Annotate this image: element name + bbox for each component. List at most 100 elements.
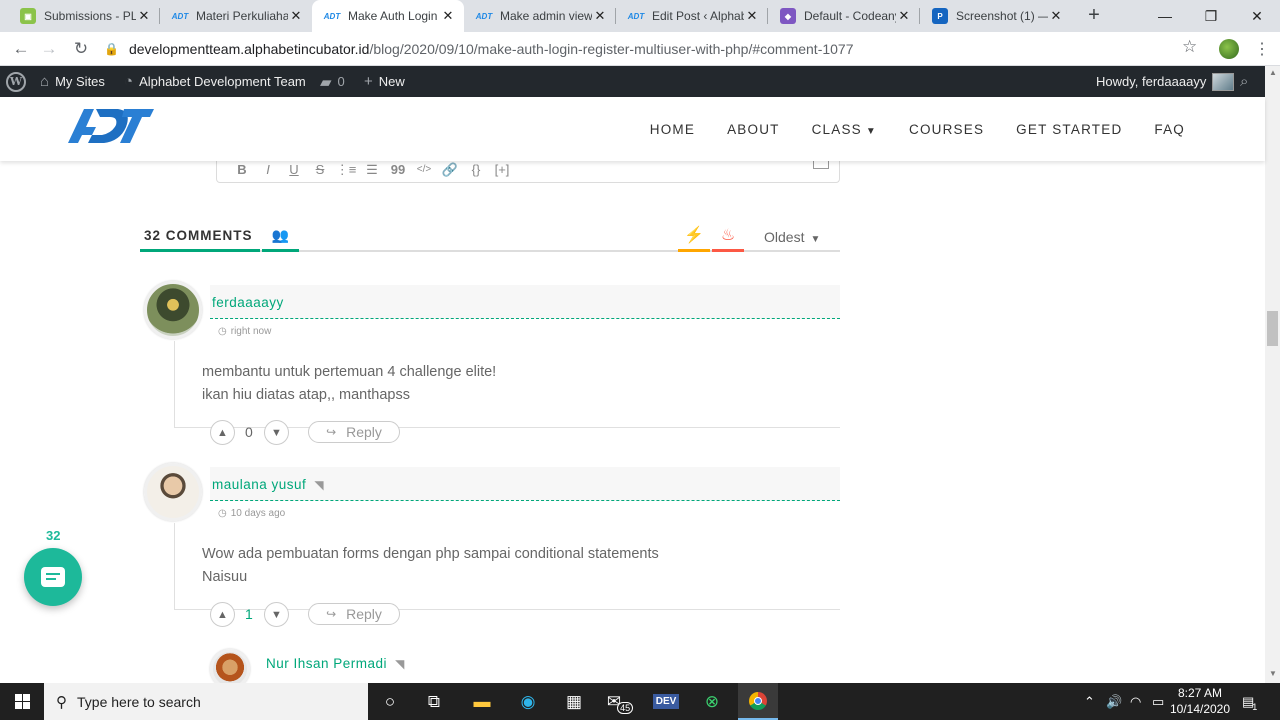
taskbar-clock[interactable]: 8:27 AM 10/14/2020 [1160, 685, 1240, 717]
tab-make-admin-view[interactable]: ADT Make admin viewb ✕ [464, 0, 616, 32]
clock-icon: ◷ [218, 326, 227, 337]
code-block-button[interactable]: {} [463, 162, 489, 177]
wifi-icon[interactable]: ◠ [1130, 683, 1141, 720]
store-icon[interactable]: ▦ [554, 683, 594, 720]
user-settings-icon[interactable]: 👥 [262, 221, 299, 252]
page-scrollbar[interactable]: ▲ ▼ [1265, 66, 1280, 683]
unordered-list-button[interactable]: ☰ [359, 162, 385, 178]
ordered-list-button[interactable]: ⋮≡ [333, 162, 359, 178]
dev-icon[interactable]: DEV [646, 683, 686, 720]
code-button[interactable]: </> [411, 164, 437, 175]
close-tab-icon[interactable]: ✕ [592, 8, 608, 24]
comment-author[interactable]: maulana yusuf ◥ [212, 477, 324, 492]
tab-materi-perkuliahan[interactable]: ADT Materi Perkuliahan ✕ [160, 0, 312, 32]
comment-author[interactable]: ferdaaaayy [212, 295, 284, 310]
comment-editor-toolbar: B I U S ⋮≡ ☰ 99 </> 🔗 {} [+] [216, 161, 840, 183]
commenter-avatar[interactable] [144, 281, 202, 339]
tab-title: Default - Codeany [804, 9, 896, 23]
trending-bolt-icon[interactable]: ⚡ [678, 221, 710, 252]
commenter-avatar[interactable] [144, 463, 202, 521]
cortana-icon[interactable]: ○ [370, 683, 410, 720]
notification-icon[interactable]: ▤ 1 [1242, 683, 1257, 720]
my-sites-menu[interactable]: ⌂ My Sites [40, 66, 105, 97]
search-icon[interactable]: ⌕ [1240, 66, 1254, 97]
italic-button[interactable]: I [255, 162, 281, 177]
link-button[interactable]: 🔗 [437, 162, 463, 178]
taskbar-search[interactable]: ⚲ Type here to search [44, 683, 368, 720]
thumbs-down-icon[interactable]: ▼ [264, 602, 289, 627]
tab-submissions[interactable]: ▣ Submissions - PL3 ✕ [8, 0, 160, 32]
reply-button[interactable]: ↪ Reply [308, 603, 400, 625]
comment-date[interactable]: ◷ 10 days ago [218, 508, 285, 519]
scroll-up-arrow-icon[interactable]: ▲ [1269, 68, 1277, 77]
underline-button[interactable]: U [281, 162, 307, 177]
quote-button[interactable]: 99 [385, 162, 411, 177]
restore-icon[interactable]: ❐ [1188, 0, 1234, 32]
commenter-avatar[interactable] [210, 649, 250, 683]
nav-faq[interactable]: FAQ [1154, 122, 1185, 137]
comments-menu[interactable]: ▰ 0 [320, 66, 345, 97]
thumbs-down-icon[interactable]: ▼ [264, 420, 289, 445]
sort-dropdown[interactable]: Oldest ▼ [764, 229, 820, 245]
tab-screenshot[interactable]: P Screenshot (1) — F ✕ [920, 0, 1072, 32]
mail-icon[interactable]: ✉ 45 [600, 683, 640, 720]
file-explorer-icon[interactable]: ▬ [462, 683, 502, 720]
volume-icon[interactable]: 🔊 [1106, 683, 1122, 720]
image-upload-icon[interactable] [813, 161, 829, 169]
edge-browser-icon[interactable]: ◉ [508, 683, 548, 720]
tab-edit-post[interactable]: ADT Edit Post ‹ Alphab ✕ [616, 0, 768, 32]
close-tab-icon[interactable]: ✕ [1048, 8, 1064, 24]
site-logo[interactable] [66, 105, 156, 145]
start-button[interactable] [0, 683, 44, 720]
close-tab-icon[interactable]: ✕ [744, 8, 760, 24]
comment-author[interactable]: Nur Ihsan Permadi ◥ [266, 656, 405, 671]
close-tab-icon[interactable]: ✕ [440, 8, 456, 24]
hottest-flame-icon[interactable]: ♨ [712, 221, 744, 252]
comment-date[interactable]: ◷ right now [218, 326, 271, 337]
nav-about[interactable]: ABOUT [727, 122, 780, 137]
comments-count: 0 [337, 74, 345, 89]
my-sites-label: My Sites [55, 74, 105, 89]
browser-menu-icon[interactable]: ⋮ [1254, 39, 1270, 59]
floating-comments-button[interactable] [24, 548, 82, 606]
nav-courses[interactable]: COURSES [909, 122, 984, 137]
comment-author-name: Nur Ihsan Permadi [266, 656, 388, 671]
close-tab-icon[interactable]: ✕ [136, 8, 152, 24]
reload-icon[interactable]: ↻ [68, 36, 94, 62]
nav-get-started[interactable]: GET STARTED [1016, 122, 1122, 137]
new-tab-icon[interactable]: + [1082, 4, 1106, 27]
close-tab-icon[interactable]: ✕ [288, 8, 304, 24]
site-name-menu[interactable]: ◔ Alphabet Development Team [124, 66, 306, 97]
tab-make-auth-login[interactable]: ADT Make Auth Login ✕ [312, 0, 464, 32]
bold-button[interactable]: B [229, 162, 255, 177]
comments-count-tab[interactable]: 32 COMMENTS [140, 221, 260, 252]
comment-divider [174, 523, 175, 610]
reply-button[interactable]: ↪ Reply [308, 421, 400, 443]
close-window-icon[interactable]: ✕ [1234, 0, 1280, 32]
url-path: /blog/2020/09/10/make-auth-login-registe… [369, 41, 854, 57]
thumbs-up-icon[interactable]: ▲ [210, 602, 235, 627]
wordpress-logo-icon[interactable]: W [6, 66, 26, 97]
show-hidden-icons[interactable]: ⌃ [1084, 683, 1095, 720]
close-tab-icon[interactable]: ✕ [896, 8, 912, 24]
nav-class[interactable]: CLASS ▼ [812, 122, 877, 137]
task-view-icon[interactable]: ⧉ [414, 683, 454, 720]
user-account-menu[interactable]: Howdy, ferdaaaayy [1096, 66, 1235, 97]
tab-codeanywhere[interactable]: ◆ Default - Codeany ✕ [768, 0, 920, 32]
profile-avatar[interactable] [1219, 39, 1239, 59]
strikethrough-button[interactable]: S [307, 162, 333, 177]
scroll-down-arrow-icon[interactable]: ▼ [1269, 669, 1277, 678]
address-bar[interactable]: 🔒 developmentteam.alphabetincubator.id/b… [104, 35, 1210, 63]
spoiler-button[interactable]: [+] [489, 162, 515, 177]
minimize-icon[interactable]: — [1142, 0, 1188, 32]
scroll-thumb[interactable] [1267, 311, 1278, 346]
xbox-icon[interactable]: ⊗ [692, 683, 732, 720]
thumbs-up-icon[interactable]: ▲ [210, 420, 235, 445]
back-arrow-icon[interactable]: ← [8, 36, 34, 62]
user-avatar [1212, 72, 1235, 91]
new-content-menu[interactable]: + New [364, 66, 405, 97]
bookmark-star-icon[interactable]: ☆ [1182, 37, 1197, 57]
forward-arrow-icon[interactable]: → [36, 36, 62, 62]
chrome-icon[interactable] [738, 683, 778, 720]
nav-home[interactable]: HOME [650, 122, 695, 137]
